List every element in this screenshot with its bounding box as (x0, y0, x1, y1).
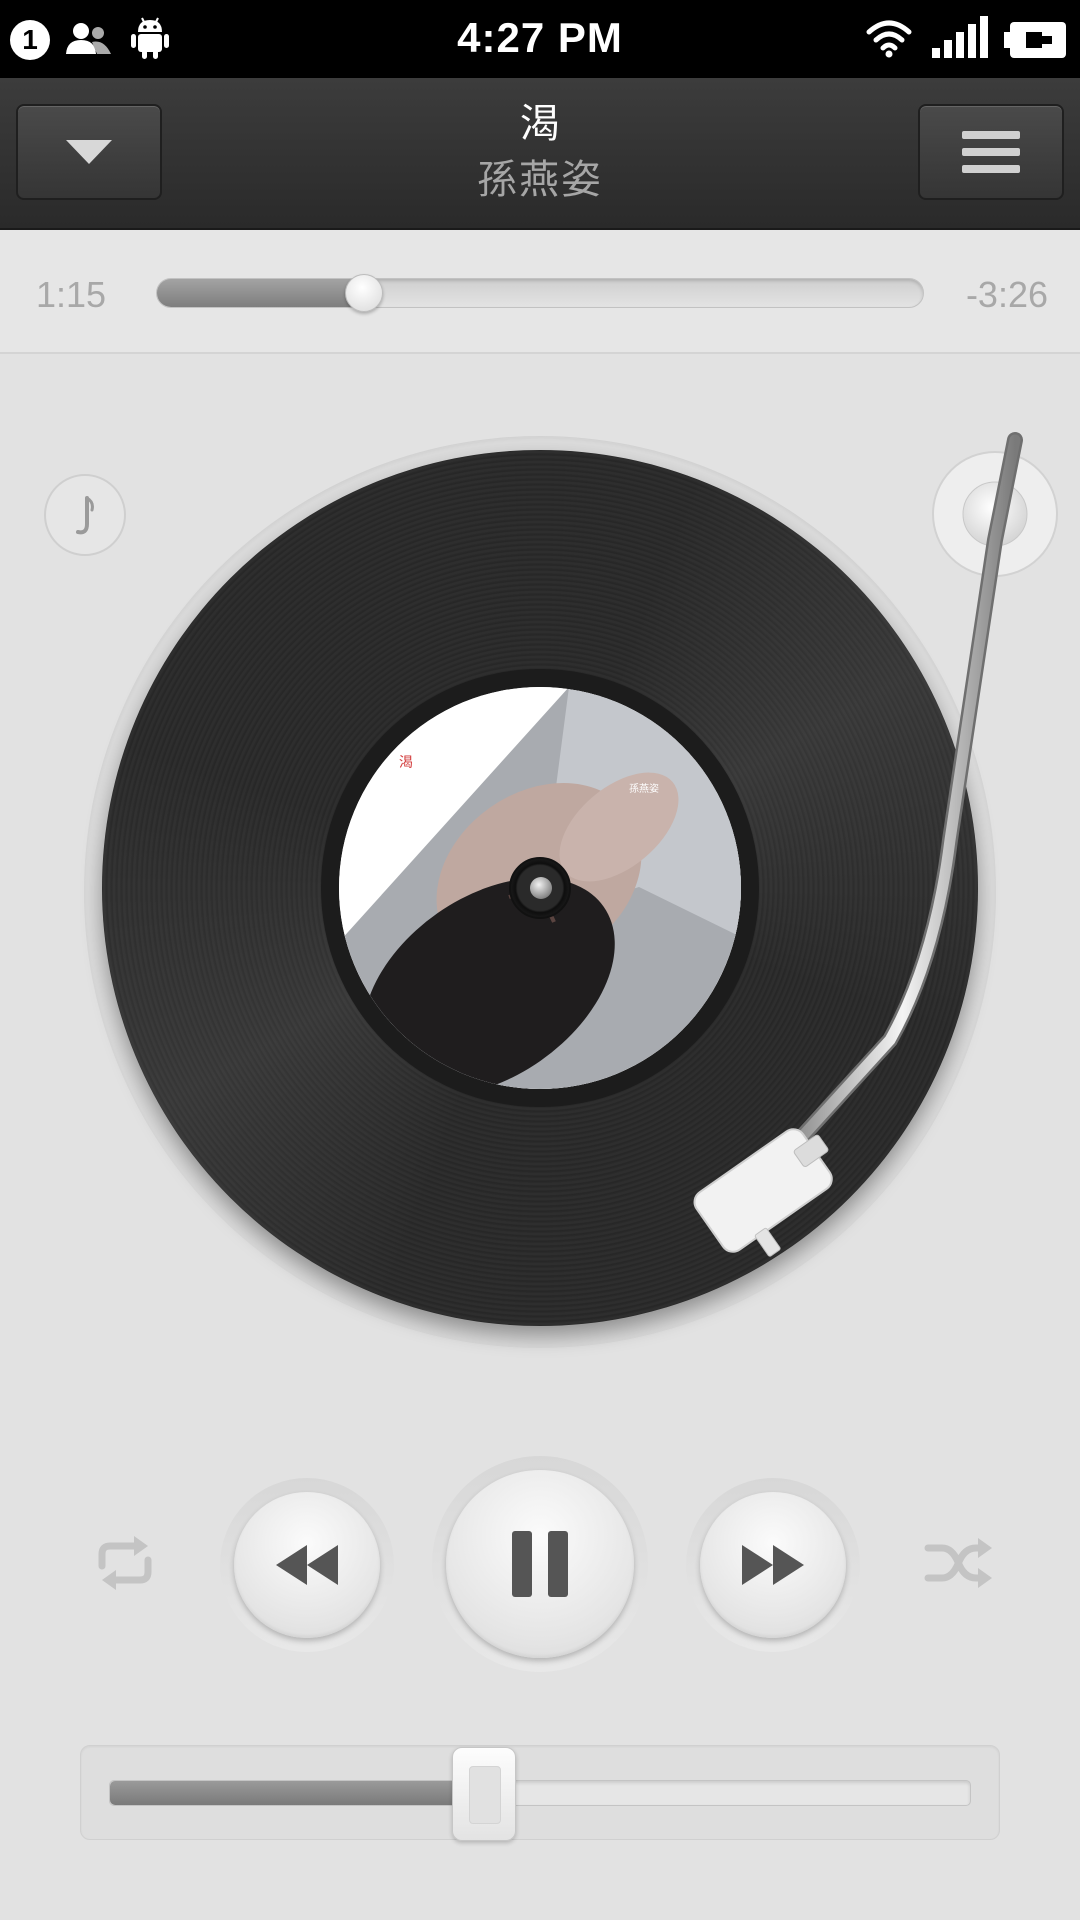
repeat-button[interactable] (90, 1532, 160, 1594)
volume-fill (110, 1781, 485, 1805)
now-playing-header: 渴 孫燕姿 (0, 78, 1080, 230)
signal-icon (930, 16, 988, 62)
tonearm[interactable] (620, 420, 1080, 1320)
wifi-icon (866, 18, 912, 62)
progress-thumb[interactable] (344, 274, 383, 312)
progress-slider[interactable] (156, 274, 924, 312)
repeat-icon (90, 1536, 160, 1598)
status-bar: 1 4:27 PM (0, 0, 1080, 78)
shuffle-button[interactable] (924, 1532, 994, 1594)
menu-button[interactable] (918, 104, 1064, 200)
svg-text:渴: 渴 (399, 755, 413, 771)
previous-button[interactable] (234, 1492, 380, 1638)
volume-slider[interactable] (109, 1747, 971, 1841)
status-time: 4:27 PM (457, 14, 623, 61)
progress-fill (157, 279, 364, 307)
volume-thumb[interactable] (452, 1747, 517, 1841)
remaining-time: -3:26 (965, 274, 1048, 315)
shuffle-icon (924, 1538, 994, 1598)
progress-area: 1:15 -3:26 (0, 230, 1080, 354)
battery-icon (1004, 22, 1066, 62)
elapsed-time: 1:15 (36, 274, 107, 315)
play-pause-button[interactable] (446, 1470, 634, 1658)
record-spindle (509, 857, 571, 919)
next-button[interactable] (700, 1492, 846, 1638)
volume-panel (80, 1745, 1000, 1841)
lyrics-button[interactable] (44, 474, 126, 556)
